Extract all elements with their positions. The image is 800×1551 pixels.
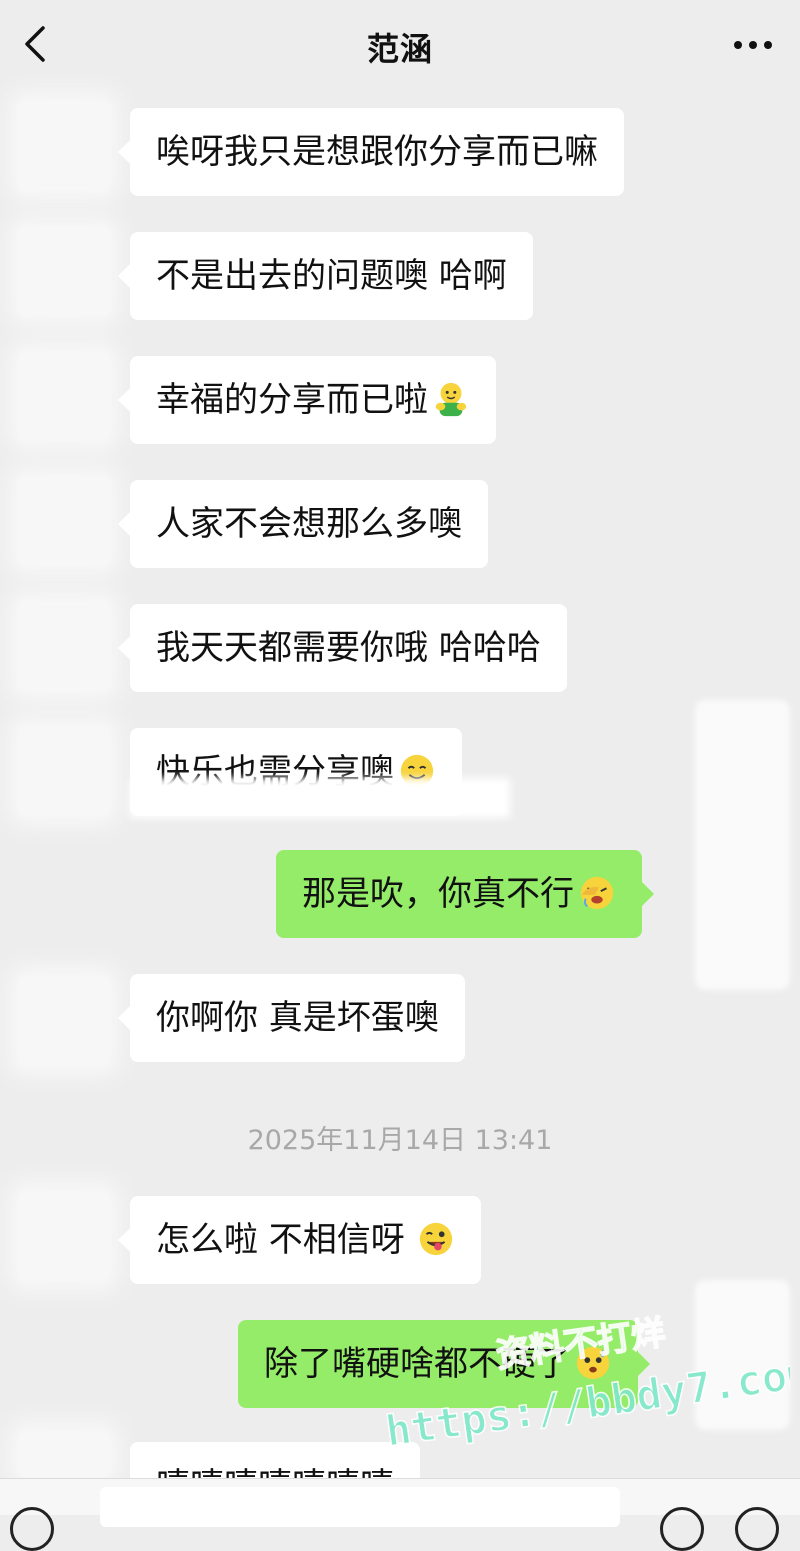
message-text: 我天天都需要你哦 哈哈哈 xyxy=(156,628,541,668)
avatar[interactable] xyxy=(18,600,110,692)
message-bubble[interactable]: 人家不会想那么多噢 xyxy=(118,480,488,568)
message-text: 幸福的分享而已啦 xyxy=(156,380,428,420)
avatar[interactable] xyxy=(18,350,110,442)
message-bubble-outgoing[interactable]: 除了嘴硬啥都不硬了 xyxy=(238,1320,650,1408)
facepalm-emoji-icon xyxy=(580,876,614,909)
avatar[interactable] xyxy=(18,100,110,192)
message-text: 那是吹，你真不行 xyxy=(302,874,574,914)
message-text: 你啊你 真是坏蛋噢 xyxy=(156,998,439,1038)
message-bubble[interactable]: 嘻嘻嘻嘻嘻嘻嘻 xyxy=(130,1442,420,1482)
sweat-emoji-icon xyxy=(576,1346,610,1379)
message-bubble[interactable]: 唉呀我只是想跟你分享而已嘛 xyxy=(118,108,624,196)
redaction-scribble xyxy=(695,700,790,990)
message-timestamp: 2025年11月14日 13:41 xyxy=(247,1125,553,1156)
message-text: 不是出去的问题噢 哈啊 xyxy=(156,256,507,296)
message-text: 唉呀我只是想跟你分享而已嘛 xyxy=(156,132,598,172)
message-text: 除了嘴硬啥都不硬了 xyxy=(264,1344,570,1384)
avatar[interactable] xyxy=(18,1430,110,1478)
redaction-scribble xyxy=(130,778,510,818)
message-bubble[interactable]: 你啊你 真是坏蛋噢 xyxy=(118,974,465,1062)
avatar[interactable] xyxy=(18,975,110,1067)
hug-emoji-icon xyxy=(435,382,467,416)
message-bubble[interactable]: 怎么啦 不相信呀 xyxy=(118,1196,481,1284)
more-dots-icon xyxy=(734,41,772,49)
avatar[interactable] xyxy=(18,225,110,317)
redaction-scribble xyxy=(695,1280,790,1430)
message-text: 怎么啦 不相信呀 xyxy=(156,1220,405,1260)
message-bubble[interactable]: 我天天都需要你哦 哈哈哈 xyxy=(118,604,567,692)
input-bar xyxy=(0,1478,800,1551)
more-button[interactable] xyxy=(728,30,778,60)
message-input[interactable] xyxy=(100,1487,620,1527)
message-bubble[interactable]: 不是出去的问题噢 哈啊 xyxy=(118,232,533,320)
chat-title: 范涵 xyxy=(366,30,433,68)
chat-header: 范涵 xyxy=(0,0,800,92)
message-bubble-outgoing[interactable]: 那是吹，你真不行 xyxy=(276,850,654,938)
wink-tongue-emoji-icon xyxy=(419,1222,452,1255)
message-text: 人家不会想那么多噢 xyxy=(156,504,462,544)
message-bubble[interactable]: 幸福的分享而已啦 xyxy=(118,356,496,444)
avatar[interactable] xyxy=(18,475,110,567)
avatar[interactable] xyxy=(18,1190,110,1282)
avatar[interactable] xyxy=(18,725,110,817)
